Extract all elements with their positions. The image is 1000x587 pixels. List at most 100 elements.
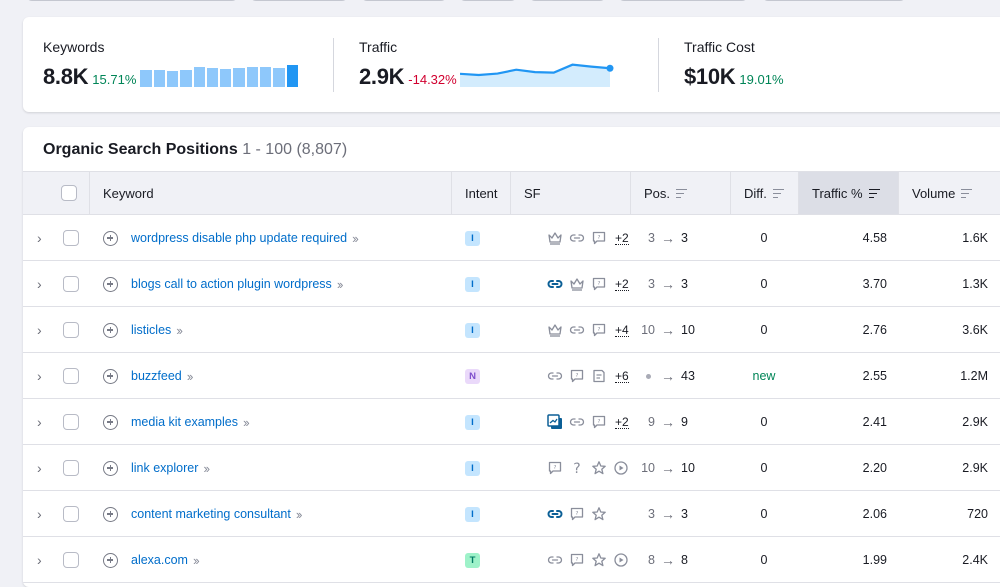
sf-link-icon[interactable] — [547, 552, 563, 568]
sf-video-icon[interactable] — [613, 552, 629, 568]
add-keyword-button[interactable] — [103, 353, 118, 399]
sf-article-icon[interactable] — [591, 368, 607, 384]
header-pos[interactable]: Pos. — [631, 172, 731, 214]
row-checkbox[interactable] — [63, 368, 79, 384]
keyword-overview-icon[interactable]: ›› — [203, 461, 210, 476]
sf-link-icon[interactable] — [547, 506, 563, 522]
sf-faq-icon[interactable]: ? — [569, 506, 585, 522]
keyword-cell: wordpress disable php update required ›› — [131, 215, 359, 261]
top-tab[interactable] — [459, 0, 517, 1]
plus-circle-icon — [103, 322, 118, 338]
keyword-link[interactable]: blogs call to action plugin wordpress — [131, 277, 332, 291]
add-keyword-button[interactable] — [103, 445, 118, 491]
sf-star-icon[interactable] — [591, 460, 607, 476]
sf-more-link[interactable]: +6 — [615, 370, 629, 383]
sf-faq-icon[interactable]: ? — [569, 368, 585, 384]
keyword-overview-icon[interactable]: ›› — [352, 231, 359, 246]
header-keyword[interactable]: Keyword — [90, 172, 452, 214]
position-current: 10 — [681, 323, 695, 337]
header-volume[interactable]: Volume — [899, 172, 1000, 214]
sf-crown-icon[interactable] — [547, 230, 563, 246]
keyword-link[interactable]: content marketing consultant — [131, 507, 291, 521]
expand-row-button[interactable]: › — [37, 215, 42, 261]
keyword-overview-icon[interactable]: ›› — [193, 553, 200, 568]
intent-badge[interactable]: T — [465, 552, 480, 568]
intent-badge[interactable]: I — [465, 276, 480, 292]
row-checkbox[interactable] — [63, 230, 79, 246]
sf-faq-icon[interactable]: ? — [547, 460, 563, 476]
row-checkbox[interactable] — [63, 506, 79, 522]
expand-row-button[interactable]: › — [37, 353, 42, 399]
sf-more-link[interactable]: +4 — [615, 324, 629, 337]
traffic-metric[interactable]: Traffic 2.9K -14.32% — [359, 39, 618, 90]
sf-faq-icon[interactable]: ? — [591, 230, 607, 246]
top-tab[interactable] — [618, 0, 748, 1]
header-traffic[interactable]: Traffic % — [799, 172, 899, 214]
keyword-overview-icon[interactable]: ›› — [337, 277, 344, 292]
sf-faq-icon[interactable]: ? — [591, 414, 607, 430]
expand-row-button[interactable]: › — [37, 261, 42, 307]
sf-link-icon[interactable] — [569, 322, 585, 338]
header-sf[interactable]: SF — [511, 172, 631, 214]
sf-crown-icon[interactable] — [547, 322, 563, 338]
sf-more-link[interactable]: +2 — [615, 416, 629, 429]
keyword-link[interactable]: link explorer — [131, 461, 198, 475]
sf-link-icon[interactable] — [569, 414, 585, 430]
keyword-link[interactable]: listicles — [131, 323, 171, 337]
sf-star-icon[interactable] — [591, 552, 607, 568]
header-intent[interactable]: Intent — [452, 172, 511, 214]
row-checkbox[interactable] — [63, 552, 79, 568]
row-checkbox[interactable] — [63, 276, 79, 292]
add-keyword-button[interactable] — [103, 537, 118, 583]
keyword-link[interactable]: alexa.com — [131, 553, 188, 567]
row-checkbox[interactable] — [63, 322, 79, 338]
sf-video-icon[interactable] — [613, 460, 629, 476]
top-tab[interactable] — [762, 0, 906, 1]
intent-badge[interactable]: I — [465, 460, 480, 476]
sf-more-link[interactable]: +2 — [615, 278, 629, 291]
sf-more-link[interactable]: +2 — [615, 232, 629, 245]
sf-star-icon[interactable] — [591, 506, 607, 522]
expand-row-button[interactable]: › — [37, 445, 42, 491]
add-keyword-button[interactable] — [103, 491, 118, 537]
add-keyword-button[interactable] — [103, 261, 118, 307]
expand-row-button[interactable]: › — [37, 399, 42, 445]
add-keyword-button[interactable] — [103, 307, 118, 353]
intent-badge[interactable]: I — [465, 414, 480, 430]
keyword-overview-icon[interactable]: ›› — [176, 323, 183, 338]
top-tab[interactable] — [361, 0, 447, 1]
sf-link-icon[interactable] — [547, 368, 563, 384]
row-checkbox[interactable] — [63, 414, 79, 430]
expand-row-button[interactable]: › — [37, 491, 42, 537]
intent-badge[interactable]: I — [465, 506, 480, 522]
top-tab[interactable] — [250, 0, 348, 1]
add-keyword-button[interactable] — [103, 215, 118, 261]
keyword-overview-icon[interactable]: ›› — [243, 415, 250, 430]
intent-badge[interactable]: N — [465, 368, 480, 384]
intent-badge[interactable]: I — [465, 322, 480, 338]
top-tab[interactable] — [529, 0, 606, 1]
add-keyword-button[interactable] — [103, 399, 118, 445]
header-diff[interactable]: Diff. — [731, 172, 799, 214]
keywords-metric[interactable]: Keywords 8.8K 15.71% — [43, 39, 298, 90]
sf-faq-icon[interactable]: ? — [591, 276, 607, 292]
sf-images-icon[interactable] — [547, 414, 563, 430]
intent-badge[interactable]: I — [465, 230, 480, 246]
keyword-link[interactable]: buzzfeed — [131, 369, 182, 383]
keyword-link[interactable]: wordpress disable php update required — [131, 231, 347, 245]
keyword-overview-icon[interactable]: ›› — [296, 507, 303, 522]
keyword-overview-icon[interactable]: ›› — [187, 369, 194, 384]
expand-row-button[interactable]: › — [37, 307, 42, 353]
sf-faq-icon[interactable]: ? — [569, 552, 585, 568]
sf-link-icon[interactable] — [547, 276, 563, 292]
traffic-cost-metric[interactable]: Traffic Cost $10K 19.01% — [684, 39, 784, 90]
keyword-link[interactable]: media kit examples — [131, 415, 238, 429]
select-all-checkbox[interactable] — [61, 185, 77, 201]
sf-link-icon[interactable] — [569, 230, 585, 246]
expand-row-button[interactable]: › — [37, 537, 42, 583]
row-checkbox[interactable] — [63, 460, 79, 476]
sf-crown-icon[interactable] — [569, 276, 585, 292]
top-tab[interactable] — [26, 0, 238, 1]
sf-faq-icon[interactable]: ? — [591, 322, 607, 338]
sf-question-icon[interactable]: ? — [569, 460, 585, 476]
